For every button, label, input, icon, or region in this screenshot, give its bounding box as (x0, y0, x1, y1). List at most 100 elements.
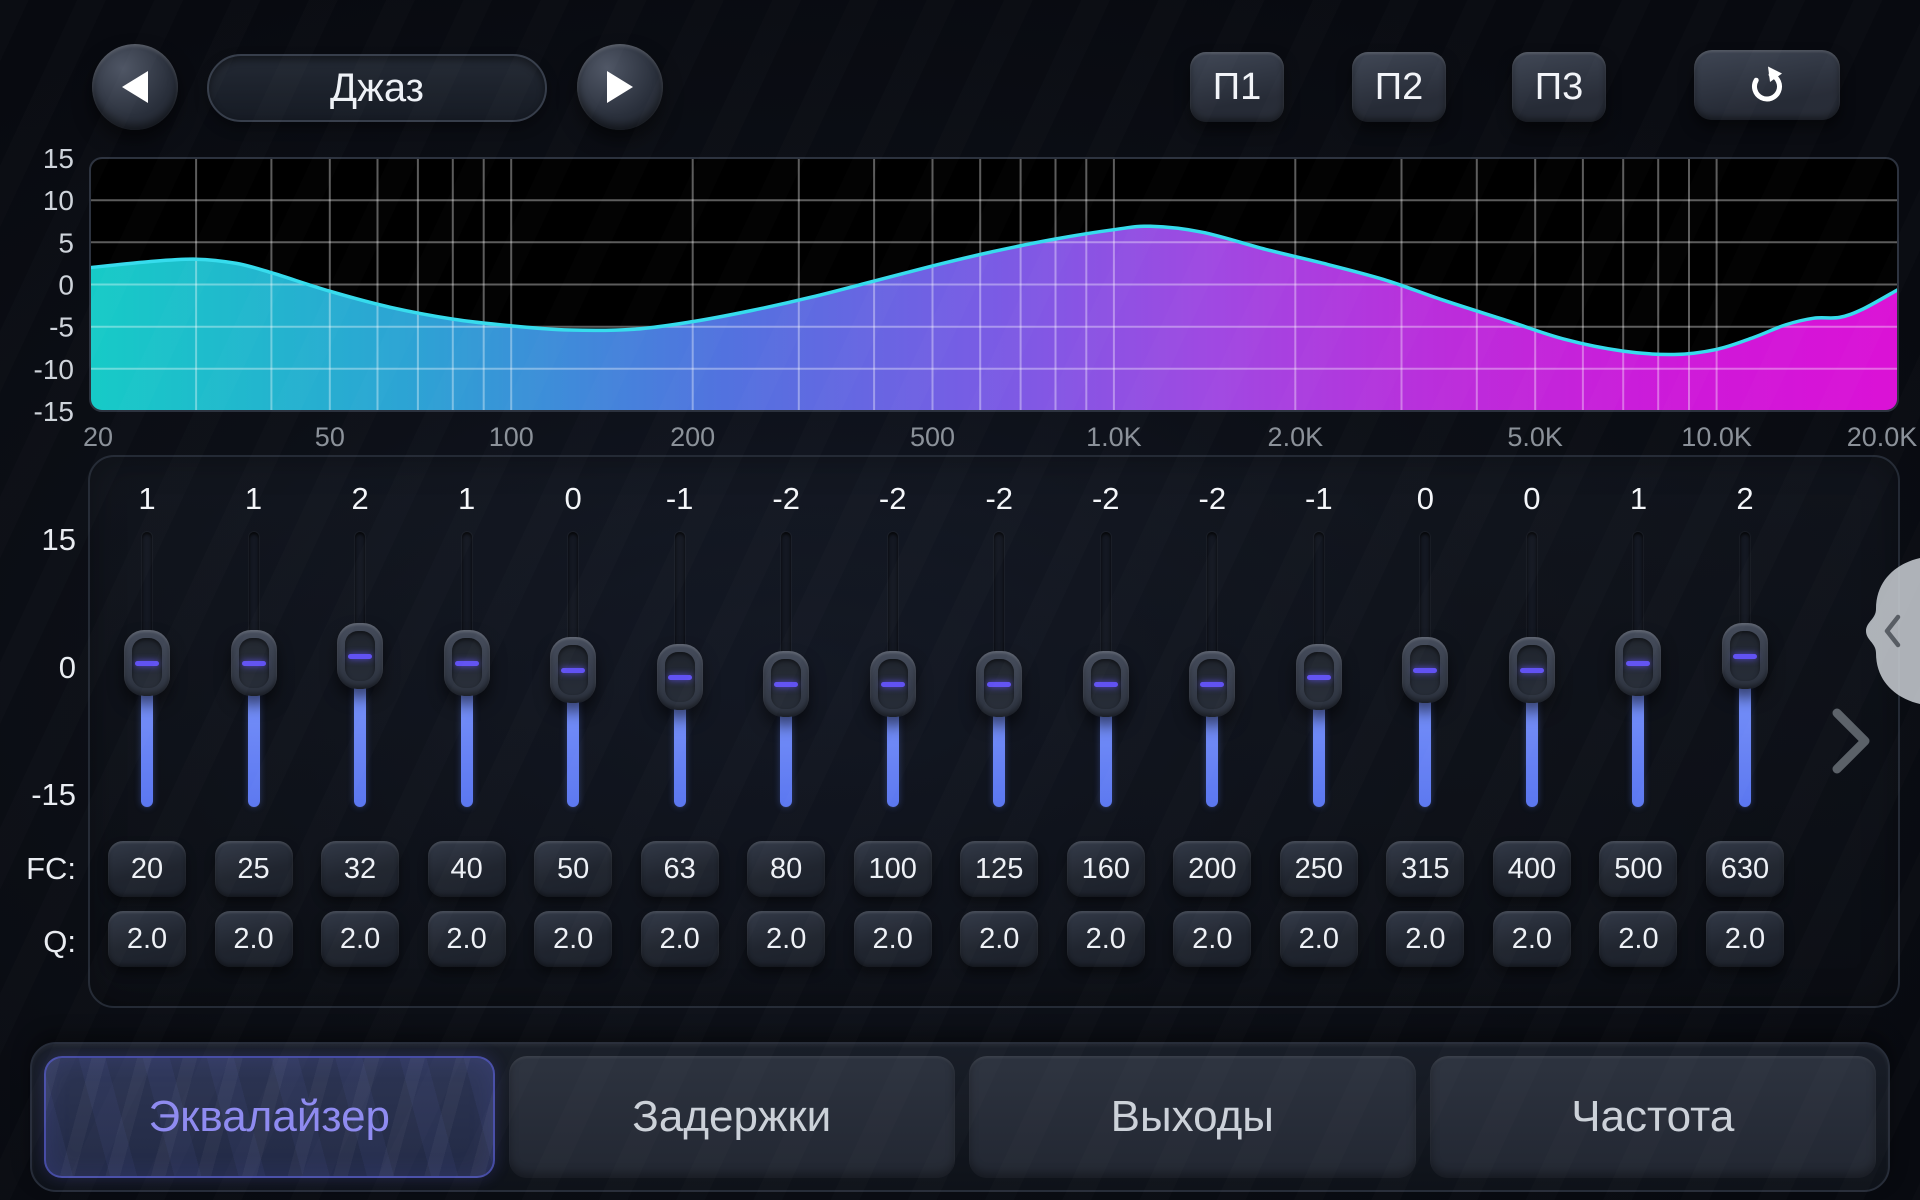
tab-задержки[interactable]: Задержки (509, 1056, 956, 1178)
q-button-63[interactable]: 2.0 (641, 911, 719, 967)
fc-button-400[interactable]: 400 (1493, 841, 1571, 897)
slider-thumb[interactable] (657, 644, 703, 710)
slider-thumb-inner (1091, 659, 1121, 709)
fc-button-500[interactable]: 500 (1599, 841, 1677, 897)
q-button-160[interactable]: 2.0 (1067, 911, 1145, 967)
side-drawer-handle[interactable] (1862, 558, 1920, 709)
slider-thumb[interactable] (1509, 637, 1555, 703)
fc-button-100[interactable]: 100 (854, 841, 932, 897)
svg-text:1.0K: 1.0K (1086, 422, 1142, 452)
q-button-32[interactable]: 2.0 (321, 911, 399, 967)
slider-thumb[interactable] (124, 630, 170, 696)
fc-button-200[interactable]: 200 (1173, 841, 1251, 897)
slider-thumb[interactable] (444, 630, 490, 696)
fc-button-315[interactable]: 315 (1386, 841, 1464, 897)
fc-button-80[interactable]: 80 (747, 841, 825, 897)
q-button-630[interactable]: 2.0 (1706, 911, 1784, 967)
frequency-response-graph: 151050-5-10-1520501002005001.0K2.0K5.0K1… (0, 0, 1920, 460)
slider-thumb-dash-icon (881, 682, 905, 687)
slider-thumb-inner (771, 659, 801, 709)
svg-text:20.0K: 20.0K (1847, 422, 1918, 452)
slider-thumb-inner (878, 659, 908, 709)
q-button-125[interactable]: 2.0 (960, 911, 1038, 967)
tab-label: Эквалайзер (148, 1092, 390, 1142)
fc-button-250[interactable]: 250 (1280, 841, 1358, 897)
band-column-40: 1402.0 (428, 480, 506, 967)
slider-thumb[interactable] (976, 651, 1022, 717)
q-button-50[interactable]: 2.0 (534, 911, 612, 967)
svg-text:100: 100 (489, 422, 534, 452)
q-button-200[interactable]: 2.0 (1173, 911, 1251, 967)
band-gain-value: 0 (565, 480, 582, 518)
fc-button-20[interactable]: 20 (108, 841, 186, 897)
slider-thumb[interactable] (870, 651, 916, 717)
tab-label: Задержки (632, 1092, 831, 1142)
q-button-20[interactable]: 2.0 (108, 911, 186, 967)
gain-slider[interactable] (321, 526, 399, 811)
slider-thumb[interactable] (337, 623, 383, 689)
slider-thumb[interactable] (763, 651, 809, 717)
gain-slider[interactable] (960, 526, 1038, 811)
gain-slider[interactable] (215, 526, 293, 811)
gain-slider[interactable] (1493, 526, 1571, 811)
q-button-80[interactable]: 2.0 (747, 911, 825, 967)
band-gain-value: 1 (245, 480, 262, 518)
slider-thumb[interactable] (1083, 651, 1129, 717)
slider-thumb[interactable] (231, 630, 277, 696)
gain-scale-min: -15 (0, 777, 76, 813)
svg-text:500: 500 (910, 422, 955, 452)
slider-thumb[interactable] (1722, 623, 1768, 689)
fc-button-630[interactable]: 630 (1706, 841, 1784, 897)
tab-частота[interactable]: Частота (1430, 1056, 1877, 1178)
fc-button-40[interactable]: 40 (428, 841, 506, 897)
slider-thumb[interactable] (1296, 644, 1342, 710)
gain-slider[interactable] (428, 526, 506, 811)
band-gain-value: -2 (1092, 480, 1120, 518)
gain-slider[interactable] (1599, 526, 1677, 811)
slider-thumb-inner (1730, 631, 1760, 681)
gain-slider[interactable] (641, 526, 719, 811)
slider-thumb[interactable] (1615, 630, 1661, 696)
tab-выходы[interactable]: Выходы (969, 1056, 1416, 1178)
q-button-250[interactable]: 2.0 (1280, 911, 1358, 967)
slider-thumb-dash-icon (348, 654, 372, 659)
gain-slider[interactable] (1173, 526, 1251, 811)
band-column-63: -1632.0 (641, 480, 719, 967)
slider-thumb[interactable] (1189, 651, 1235, 717)
svg-text:2.0K: 2.0K (1268, 422, 1324, 452)
tab-эквалайзер[interactable]: Эквалайзер (44, 1056, 495, 1178)
slider-thumb[interactable] (550, 637, 596, 703)
slider-thumb-inner (239, 638, 269, 688)
tab-label: Выходы (1111, 1092, 1274, 1142)
bottom-tab-bar: Эквалайзер Задержки Выходы Частота (30, 1042, 1890, 1192)
svg-text:200: 200 (670, 422, 715, 452)
gain-slider[interactable] (108, 526, 186, 811)
q-button-400[interactable]: 2.0 (1493, 911, 1571, 967)
band-column-25: 1 25 2.0 (215, 480, 293, 967)
svg-text:10.0K: 10.0K (1681, 422, 1752, 452)
graph-y-labels: 151050-5-10-15 (34, 143, 74, 427)
fc-button-63[interactable]: 63 (641, 841, 719, 897)
q-button-500[interactable]: 2.0 (1599, 911, 1677, 967)
q-button-315[interactable]: 2.0 (1386, 911, 1464, 967)
fc-button-160[interactable]: 160 (1067, 841, 1145, 897)
fc-button-125[interactable]: 125 (960, 841, 1038, 897)
slider-thumb-dash-icon (1413, 668, 1437, 673)
gain-slider[interactable] (1280, 526, 1358, 811)
slider-thumb[interactable] (1402, 637, 1448, 703)
next-bands-button[interactable] (1828, 706, 1874, 781)
q-button-40[interactable]: 2.0 (428, 911, 506, 967)
gain-slider[interactable] (534, 526, 612, 811)
gain-slider[interactable] (1706, 526, 1784, 811)
slider-thumb-dash-icon (668, 675, 692, 680)
gain-slider[interactable] (1386, 526, 1464, 811)
q-button-25[interactable]: 2.0 (215, 911, 293, 967)
fc-button-50[interactable]: 50 (534, 841, 612, 897)
gain-slider[interactable] (747, 526, 825, 811)
fc-button-32[interactable]: 32 (321, 841, 399, 897)
q-button-100[interactable]: 2.0 (854, 911, 932, 967)
gain-slider[interactable] (1067, 526, 1145, 811)
fc-button-25[interactable]: 25 (215, 841, 293, 897)
slider-thumb-dash-icon (561, 668, 585, 673)
gain-slider[interactable] (854, 526, 932, 811)
